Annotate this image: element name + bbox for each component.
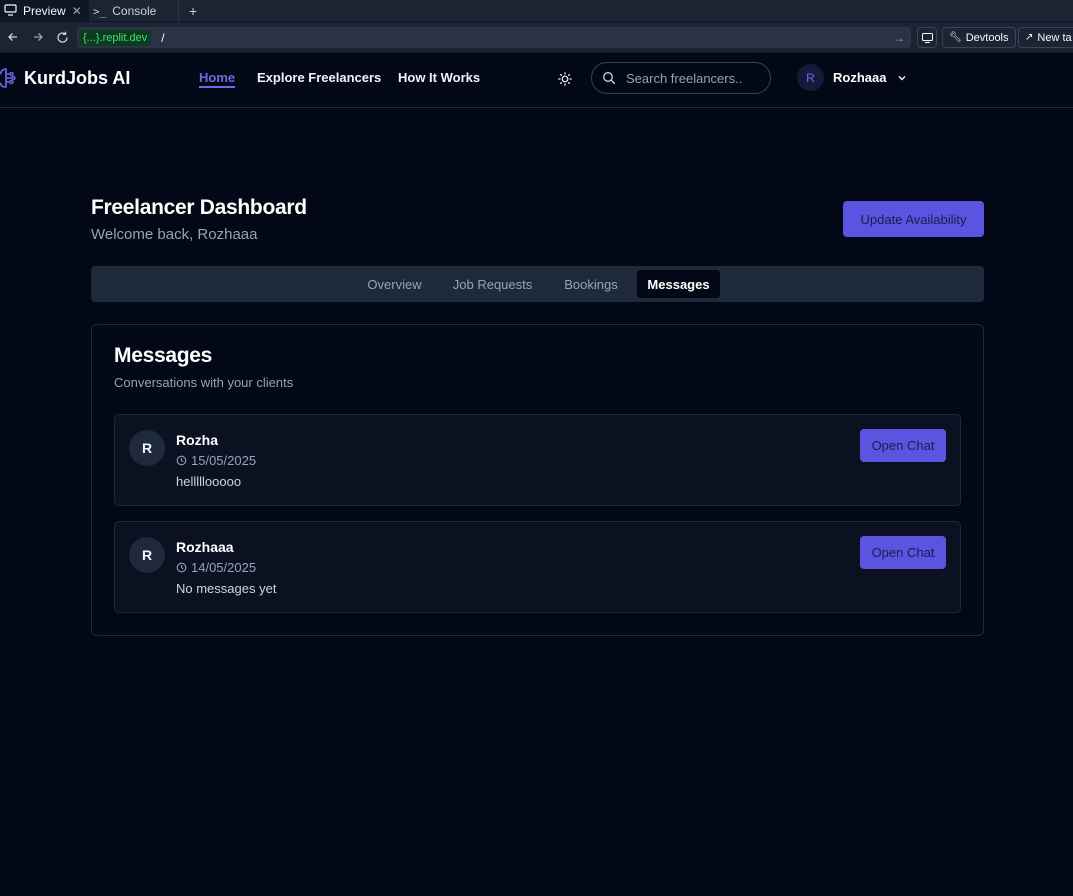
message-date: 14/05/2025: [176, 560, 256, 575]
devtools-button[interactable]: 🔧︎ Devtools: [942, 27, 1016, 48]
arrow-right-icon: [33, 33, 43, 41]
add-tab-button[interactable]: +: [179, 0, 207, 21]
reload-icon: [57, 31, 68, 43]
date-text: 14/05/2025: [191, 560, 257, 575]
app-header: KurdJobs AI Home Explore Freelancers How…: [0, 53, 1073, 108]
messages-title: Messages: [114, 344, 212, 367]
open-chat-button[interactable]: Open Chat: [860, 429, 946, 462]
message-preview: No messages yet: [176, 581, 277, 596]
brain-icon: [0, 68, 16, 88]
search-icon: [603, 72, 616, 85]
tab-job-requests[interactable]: Job Requests: [444, 270, 541, 298]
open-chat-button[interactable]: Open Chat: [860, 536, 946, 569]
avatar: R: [129, 537, 165, 573]
external-link-icon: ↗: [1025, 32, 1034, 43]
tab-console[interactable]: >_ Console: [89, 0, 179, 22]
avatar: R: [797, 64, 824, 91]
list-item: R Rozhaaa 14/05/2025 No messages yet Ope…: [114, 521, 961, 613]
go-arrow-icon[interactable]: →: [893, 31, 905, 45]
arrow-left-icon: [7, 33, 17, 41]
forward-button[interactable]: [25, 22, 50, 53]
update-availability-button[interactable]: Update Availability: [843, 201, 984, 237]
new-tab-label: New ta: [1037, 31, 1072, 44]
client-name: Rozhaaa: [176, 539, 234, 555]
dashboard-tabs: Overview Job Requests Bookings Messages: [91, 266, 984, 302]
screen-icon: [921, 32, 933, 43]
address-bar: {...}.replit.dev / → 🔧︎ Devtools ↗ New t…: [0, 22, 1073, 53]
search-input[interactable]: [624, 69, 754, 87]
list-item: R Rozha 15/05/2025 helllllooooo Open Cha…: [114, 414, 961, 506]
url-domain: {...}.replit.dev: [79, 29, 152, 46]
tab-overview[interactable]: Overview: [359, 270, 430, 298]
message-preview: helllllooooo: [176, 474, 242, 489]
monitor-icon: [4, 3, 17, 19]
message-date: 15/05/2025: [176, 453, 256, 468]
device-button[interactable]: [917, 27, 937, 48]
user-name: Rozhaaa: [833, 70, 887, 85]
nav-home[interactable]: Home: [199, 70, 236, 88]
brand-logo[interactable]: KurdJobs AI: [0, 67, 130, 89]
tab-messages[interactable]: Messages: [637, 270, 720, 298]
sun-icon: [558, 72, 572, 86]
tab-preview-label: Preview: [23, 4, 66, 18]
date-text: 15/05/2025: [191, 453, 257, 468]
theme-toggle-button[interactable]: [555, 69, 575, 89]
page-title: Freelancer Dashboard: [91, 196, 307, 219]
url-input[interactable]: {...}.replit.dev / →: [77, 27, 911, 48]
back-button[interactable]: [0, 22, 25, 53]
avatar: R: [129, 430, 165, 466]
tab-bookings[interactable]: Bookings: [554, 270, 628, 298]
search-box[interactable]: [591, 62, 771, 94]
tab-console-label: Console: [112, 4, 157, 18]
page-subtitle: Welcome back, Rozhaaa: [91, 226, 258, 243]
messages-card: Messages Conversations with your clients…: [91, 324, 984, 636]
brand-name: KurdJobs AI: [24, 67, 131, 88]
user-menu[interactable]: R Rozhaaa: [797, 64, 907, 91]
tab-preview[interactable]: Preview ✕: [0, 0, 89, 22]
wrench-icon: 🔧︎: [949, 32, 962, 43]
client-name: Rozha: [176, 432, 218, 448]
close-icon[interactable]: ✕: [72, 4, 82, 18]
nav-how-it-works[interactable]: How It Works: [398, 70, 480, 85]
devtools-label: Devtools: [965, 31, 1009, 44]
url-path: /: [161, 30, 165, 45]
new-tab-button[interactable]: ↗ New ta: [1018, 27, 1073, 48]
clock-icon: [176, 455, 187, 466]
nav-explore-freelancers[interactable]: Explore Freelancers: [257, 70, 381, 85]
clock-icon: [176, 562, 187, 573]
chevron-down-icon: [898, 75, 906, 80]
ide-tab-bar: Preview ✕ >_ Console +: [0, 0, 1073, 22]
reload-button[interactable]: [50, 22, 75, 53]
messages-description: Conversations with your clients: [114, 375, 294, 390]
terminal-icon: >_: [93, 4, 107, 18]
